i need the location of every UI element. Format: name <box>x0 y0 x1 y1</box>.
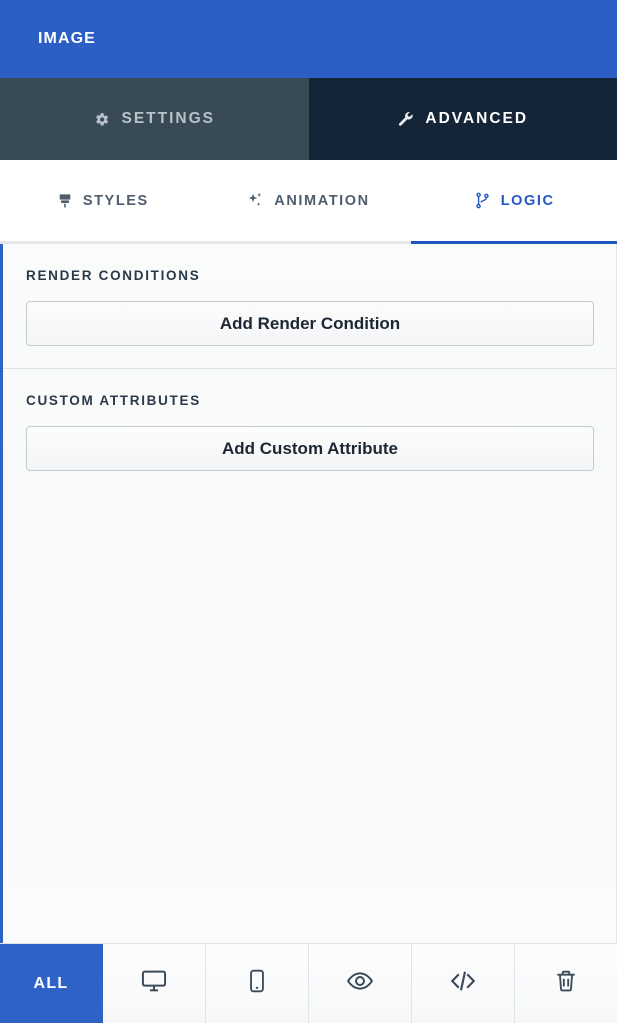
tab-settings[interactable]: SETTINGS <box>0 78 309 160</box>
eye-icon <box>346 967 374 1000</box>
section-custom-attributes-title: CUSTOM ATTRIBUTES <box>26 393 201 408</box>
desktop-monitor-icon <box>140 967 168 1000</box>
code-brackets-icon <box>448 966 478 1001</box>
toolbar-all-button[interactable]: ALL <box>0 944 103 1023</box>
tab-animation[interactable]: ANIMATION <box>206 160 412 241</box>
section-render-conditions: RENDER CONDITIONS Add Render Condition <box>3 244 616 368</box>
logic-panel-content: RENDER CONDITIONS Add Render Condition C… <box>0 244 617 943</box>
tab-settings-label: SETTINGS <box>121 110 215 127</box>
paintbrush-icon <box>57 193 73 209</box>
tab-animation-label: ANIMATION <box>274 192 370 209</box>
primary-tab-bar: SETTINGS ADVANCED <box>0 78 617 160</box>
toolbar-code-button[interactable] <box>412 944 515 1023</box>
tab-styles-label: STYLES <box>82 192 149 209</box>
git-branch-icon <box>474 192 491 209</box>
add-render-condition-button[interactable]: Add Render Condition <box>26 301 594 346</box>
tab-logic[interactable]: LOGIC <box>411 160 617 244</box>
tab-advanced[interactable]: ADVANCED <box>308 78 617 160</box>
toolbar-delete-button[interactable] <box>515 944 617 1023</box>
wrench-icon <box>397 111 414 128</box>
tab-advanced-label: ADVANCED <box>425 110 529 127</box>
image-element-editor-panel: IMAGE SETTINGS ADVANCED STYLES ANIMATION… <box>0 0 617 1023</box>
bottom-toolbar: ALL <box>0 943 617 1023</box>
toolbar-preview-button[interactable] <box>309 944 412 1023</box>
toolbar-mobile-button[interactable] <box>206 944 309 1023</box>
tab-logic-label: LOGIC <box>500 192 555 209</box>
trash-icon <box>553 968 579 999</box>
toolbar-desktop-button[interactable] <box>103 944 206 1023</box>
gear-icon <box>93 111 110 128</box>
section-custom-attributes: CUSTOM ATTRIBUTES Add Custom Attribute <box>3 368 616 493</box>
toolbar-all-label: ALL <box>33 974 69 992</box>
sparkles-icon <box>247 192 264 209</box>
tab-styles[interactable]: STYLES <box>0 160 206 241</box>
add-custom-attribute-button[interactable]: Add Custom Attribute <box>26 426 594 471</box>
section-render-conditions-title: RENDER CONDITIONS <box>26 268 201 283</box>
page-title: IMAGE <box>38 30 96 47</box>
panel-header: IMAGE <box>0 0 617 78</box>
mobile-phone-icon <box>244 968 270 999</box>
secondary-tab-bar: STYLES ANIMATION LOGIC <box>0 160 617 244</box>
